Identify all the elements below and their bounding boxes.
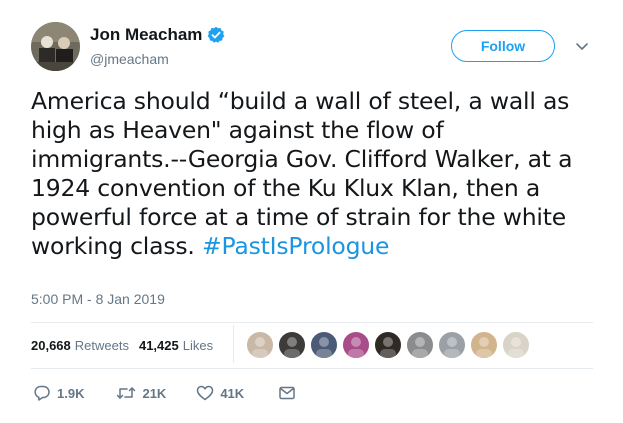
author-avatar[interactable] xyxy=(31,22,80,71)
reply-count: 1.9K xyxy=(57,385,85,401)
like-count: 41K xyxy=(220,385,245,401)
liker-avatar[interactable] xyxy=(278,331,306,359)
tweet-timestamp[interactable]: 5:00 PM - 8 Jan 2019 xyxy=(31,291,165,307)
liker-avatar[interactable] xyxy=(438,331,466,359)
likes-stat[interactable]: 41,425 Likes xyxy=(139,338,213,353)
liker-avatar[interactable] xyxy=(502,331,530,359)
retweet-icon xyxy=(116,384,136,402)
retweet-button[interactable]: 21K xyxy=(116,384,166,402)
hashtag-link[interactable]: #PastIsPrologue xyxy=(202,232,389,260)
liker-avatar[interactable] xyxy=(310,331,338,359)
liker-avatar[interactable] xyxy=(470,331,498,359)
liker-avatar[interactable] xyxy=(406,331,434,359)
tweet-stats: 20,668 Retweets 41,425 Likes xyxy=(31,338,213,353)
verified-badge-icon xyxy=(207,26,225,44)
follow-button[interactable]: Follow xyxy=(451,30,555,62)
likes-label: Likes xyxy=(182,338,214,353)
liker-avatar[interactable] xyxy=(246,331,274,359)
divider xyxy=(31,368,593,369)
likes-count: 41,425 xyxy=(138,338,179,353)
liker-avatar[interactable] xyxy=(342,331,370,359)
like-icon xyxy=(196,384,214,402)
retweet-count: 21K xyxy=(142,385,167,401)
stats-separator xyxy=(233,325,234,363)
reply-icon xyxy=(33,384,51,402)
reply-button[interactable]: 1.9K xyxy=(33,384,84,402)
author-handle[interactable]: @jmeacham xyxy=(90,51,169,67)
liker-avatars xyxy=(246,331,534,359)
retweets-count: 20,668 xyxy=(31,338,71,353)
liker-avatar[interactable] xyxy=(374,331,402,359)
retweets-stat[interactable]: 20,668 Retweets xyxy=(31,338,129,353)
divider xyxy=(31,322,593,323)
retweets-label: Retweets xyxy=(74,338,129,353)
tweet-card: Jon Meacham @jmeacham Follow America sho… xyxy=(0,0,623,423)
message-icon xyxy=(278,384,296,402)
tweet-actions: 1.9K 21K 41K xyxy=(33,384,296,402)
like-button[interactable]: 41K xyxy=(196,384,244,402)
direct-message-button[interactable] xyxy=(278,384,296,402)
author-name-row: Jon Meacham xyxy=(90,25,225,45)
author-display-name[interactable]: Jon Meacham xyxy=(90,25,202,45)
tweet-text: America should “build a wall of steel, a… xyxy=(31,87,596,261)
chevron-down-icon[interactable] xyxy=(574,38,590,54)
